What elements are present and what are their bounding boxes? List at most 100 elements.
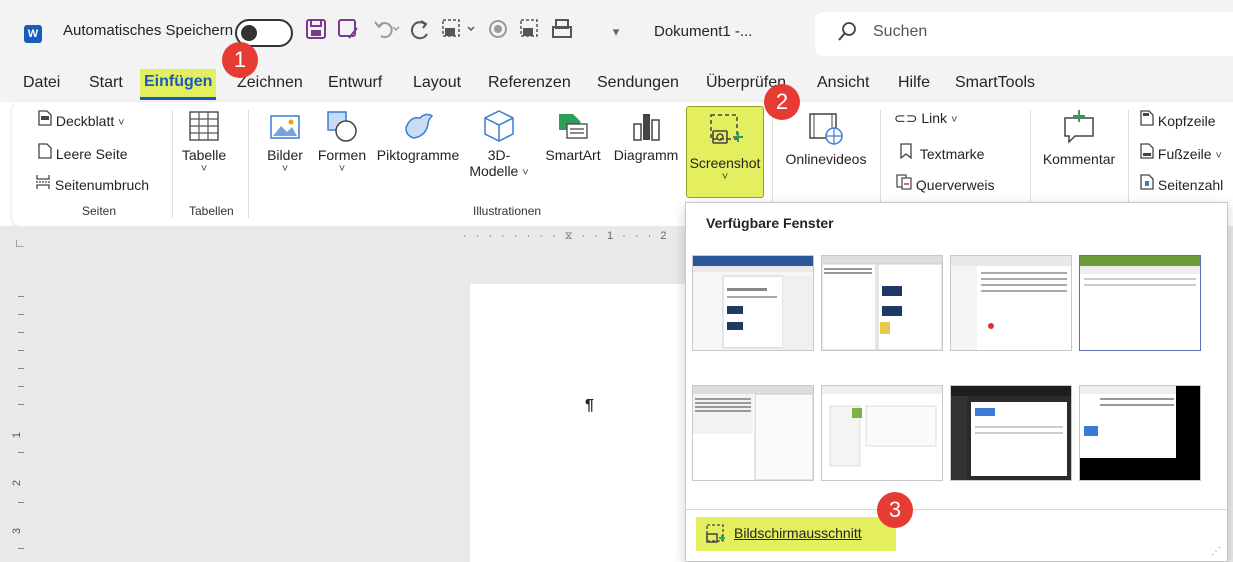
undo-icon[interactable] [369,18,403,46]
search-placeholder: Suchen [873,23,928,40]
insert-picture-icon[interactable] [518,18,542,46]
kopfzeile-button[interactable]: Kopfzeile [1140,110,1215,129]
deckblatt-label: Deckblatt [55,113,115,129]
document-title: Dokument1 -... [654,23,753,40]
kopfzeile-label: Kopfzeile [1157,113,1216,129]
online-video-icon [806,113,846,151]
kommentar-button[interactable]: Kommentar [1034,108,1124,196]
tab-einfuegen[interactable]: Einfügen [140,69,217,100]
footer-icon [1140,143,1158,162]
tab-layout[interactable]: Layout [413,74,461,92]
3d-label-line2: Modelle [469,163,519,179]
bookmark-icon [900,143,916,162]
smartart-label: SmartArt [545,147,601,163]
document-page[interactable] [470,284,685,562]
chevron-down-icon: ˅ [281,163,289,175]
leere-seite-button[interactable]: Leere Seite [38,143,128,162]
customize-dropdown-icon[interactable]: ▾ [606,18,626,46]
cross-reference-icon [896,174,916,193]
window-thumbnail[interactable] [692,255,814,351]
horizontal-ruler[interactable]: · · · · · · · · ⧖ · · 1 · · · 2 [463,230,685,244]
querverweis-label: Querverweis [915,177,995,193]
window-thumbnail[interactable] [950,385,1072,481]
record-icon[interactable] [486,18,510,46]
window-thumbnail[interactable] [950,255,1072,351]
screen-clipping-icon [704,523,726,549]
screenshot-button[interactable]: Screenshot ˅ [686,106,764,198]
search-box[interactable]: Suchen [815,12,1233,56]
onlinevideos-button[interactable]: Onlinevideos [778,108,874,196]
ruler-mark: 1 [607,230,617,242]
group-separator [248,110,249,218]
link-button[interactable]: ⊂⊃ Link ˅ [894,110,957,127]
print-icon[interactable] [550,18,574,46]
menu-bar: Datei Start Einfügen Zeichnen Entwurf La… [0,66,1233,102]
tab-zeichnen[interactable]: Zeichnen [237,74,303,92]
tab-sendungen[interactable]: Sendungen [597,74,679,92]
chevron-down-icon: ˅ [522,167,529,179]
screenshot-qat-icon[interactable] [440,18,480,46]
screenshot-dropdown: Verfügbare Fenster Bildschirmausschnitt … [685,202,1228,562]
save-as-icon[interactable] [336,18,360,46]
chevron-down-icon: ˅ [721,171,729,183]
tab-entwurf[interactable]: Entwurf [328,74,382,92]
redo-icon[interactable] [410,18,434,46]
tab-referenzen[interactable]: Referenzen [488,74,571,92]
comment-icon [1059,110,1099,151]
3d-modelle-button[interactable]: 3D- Modelle ˅ [464,108,534,196]
dropdown-separator [686,509,1227,510]
diagramm-label: Diagramm [613,147,679,163]
smartart-icon [555,114,591,147]
window-thumbnail[interactable] [821,255,943,351]
link-icon: ⊂⊃ [894,110,918,126]
tabelle-button[interactable]: Tabelle ˅ [178,108,230,196]
header-icon [1140,110,1158,129]
table-icon [186,111,222,147]
seitenumbruch-button[interactable]: Seitenumbruch [35,174,149,193]
shapes-icon [324,111,360,147]
resize-grip-icon[interactable]: ⋰ [1211,546,1221,557]
ruler-mark: 3 [11,527,24,535]
autosave-label: Automatisches Speichern [63,22,234,39]
window-thumbnail[interactable] [692,385,814,481]
deckblatt-button[interactable]: Deckblatt ˅ [38,110,125,129]
tab-hilfe[interactable]: Hilfe [898,74,930,92]
tab-ansicht[interactable]: Ansicht [817,74,869,92]
textmarke-label: Textmarke [919,146,985,162]
page-break-icon [35,175,55,193]
tab-selector-icon[interactable]: ∟ [14,236,26,250]
formen-button[interactable]: Formen ˅ [312,108,372,196]
group-label-seiten: Seiten [82,204,117,218]
window-thumbnail[interactable] [1079,255,1201,351]
kommentar-label: Kommentar [1042,151,1116,167]
querverweis-button[interactable]: Querverweis [896,174,994,193]
fusszeile-button[interactable]: Fußzeile ˅ [1140,143,1222,162]
bilder-button[interactable]: Bilder ˅ [262,108,308,196]
indent-marker-icon[interactable]: ⧖ [565,230,576,242]
save-icon[interactable] [304,18,328,46]
seitenzahl-button[interactable]: Seitenzahl [1140,174,1223,193]
piktogramme-button[interactable]: Piktogramme [372,108,464,196]
page-number-icon [1140,174,1158,193]
bilder-label: Bilder [267,147,303,163]
smartart-button[interactable]: SmartArt [538,108,608,196]
formen-label: Formen [317,147,367,163]
vertical-ruler[interactable]: 1 2 3 [11,282,30,562]
diagramm-button[interactable]: Diagramm [610,108,682,196]
search-icon [837,20,857,44]
window-thumbnail[interactable] [1079,385,1201,481]
tab-start[interactable]: Start [89,74,123,92]
ruler-mark: 2 [11,479,24,487]
title-bar: W Automatisches Speichern ▾ Dokument1 -.… [0,0,1233,66]
chevron-down-icon: ˅ [950,114,958,126]
tab-smarttools[interactable]: SmartTools [955,74,1035,92]
3d-label-line1: 3D- [487,147,511,163]
bildschirmausschnitt-button[interactable]: Bildschirmausschnitt [696,517,896,551]
blank-page-icon [38,143,56,162]
onlinevideos-label: Onlinevideos [785,151,867,167]
pictures-icon [267,115,303,147]
tab-datei[interactable]: Datei [23,74,60,92]
screenshot-icon [687,107,763,155]
textmarke-button[interactable]: Textmarke [900,143,984,162]
window-thumbnail[interactable] [821,385,943,481]
